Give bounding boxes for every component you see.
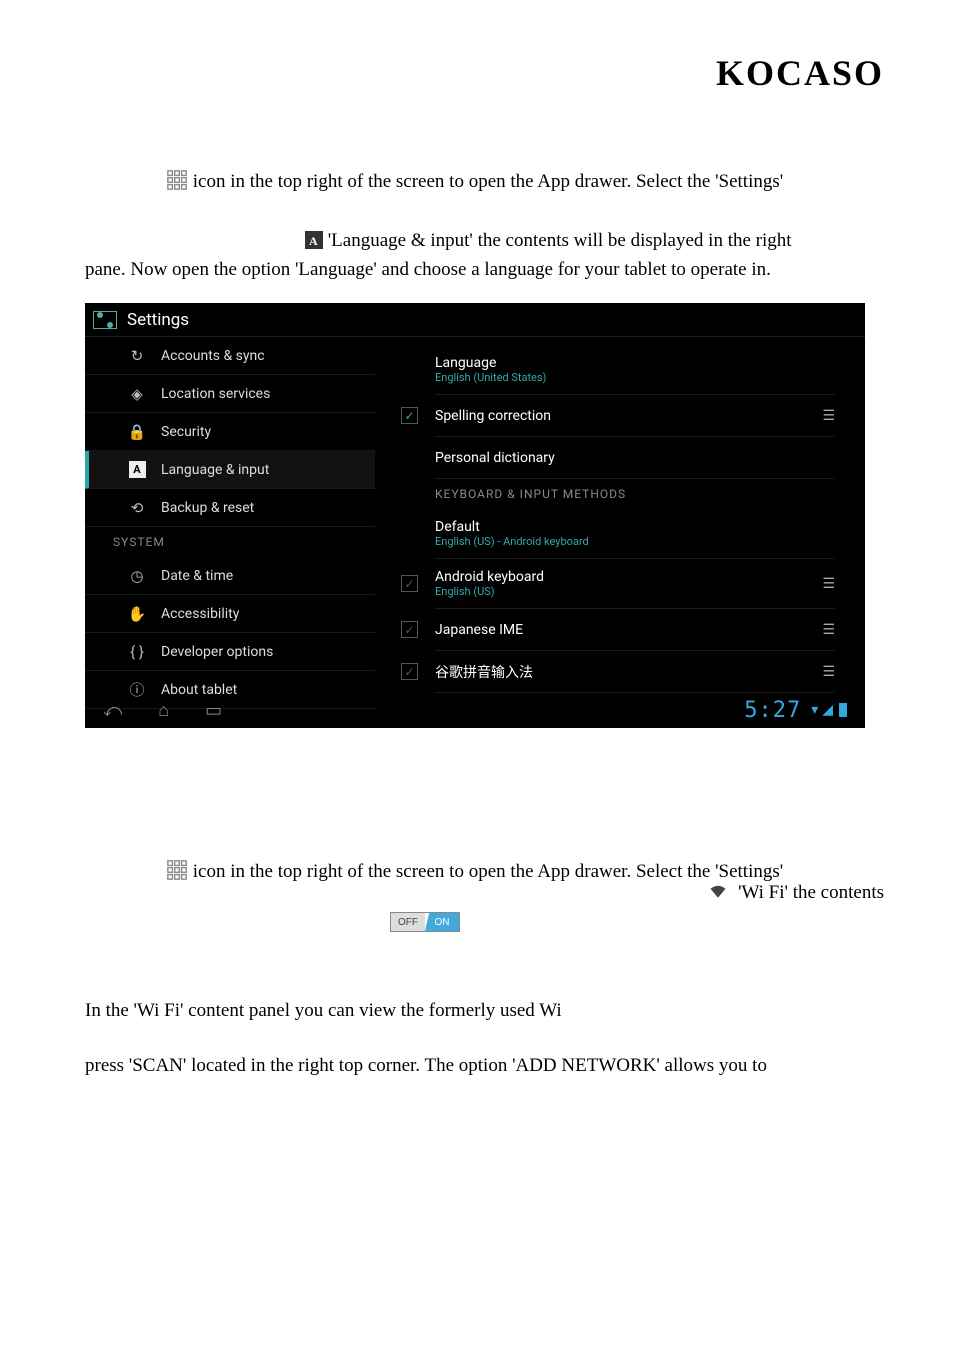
sliders-icon[interactable]: ☰: [822, 622, 835, 638]
paragraph-3b: 'Wi Fi' the contents: [709, 882, 884, 904]
android-kb-sub: English (US): [435, 585, 544, 598]
backup-icon: ⟲: [127, 499, 147, 517]
language-title: Language: [435, 355, 546, 371]
sidebar-item-security[interactable]: 🔒 Security: [85, 413, 375, 451]
recent-icon[interactable]: ▭: [205, 700, 222, 721]
language-sub: English (United States): [435, 371, 546, 384]
checkbox-icon[interactable]: ✓: [401, 621, 418, 638]
row-language[interactable]: Language English (United States): [435, 345, 835, 395]
info-icon: ⓘ: [127, 679, 147, 700]
checkbox-icon[interactable]: ✓: [401, 663, 418, 680]
p1-text: icon in the top right of the screen to o…: [188, 171, 783, 192]
default-title: Default: [435, 519, 589, 535]
sidebar-label: Accounts & sync: [161, 348, 265, 364]
checkbox-icon[interactable]: ✓: [401, 407, 418, 424]
sidebar-header-system: SYSTEM: [85, 527, 375, 557]
sidebar-item-backup[interactable]: ⟲ Backup & reset: [85, 489, 375, 527]
paragraph-2: 'Language & input' the contents will be …: [85, 226, 885, 285]
row-android-kb[interactable]: ✓ Android keyboard English (US) ☰: [435, 559, 835, 609]
sliders-icon[interactable]: ☰: [822, 664, 835, 680]
paragraph-3: icon in the top right of the screen to o…: [166, 855, 896, 886]
android-kb-title: Android keyboard: [435, 569, 544, 585]
settings-content: Language English (United States) ✓ Spell…: [375, 337, 865, 692]
sidebar-label: Location services: [161, 386, 270, 402]
settings-icon: [93, 311, 117, 329]
sidebar-label: Backup & reset: [161, 500, 254, 516]
brand-logo: KOCASO: [716, 52, 884, 94]
content-header-keyboard: KEYBOARD & INPUT METHODS: [435, 479, 835, 509]
wifi-icon: [709, 882, 727, 904]
sidebar-label: Accessibility: [161, 606, 239, 622]
clock-icon: ◷: [127, 567, 147, 585]
paragraph-5: press 'SCAN' located in the right top co…: [85, 1055, 767, 1077]
sidebar-item-datetime[interactable]: ◷ Date & time: [85, 557, 375, 595]
spelling-label: Spelling correction: [435, 408, 551, 424]
screenshot-title: Settings: [127, 310, 189, 330]
screenshot-titlebar: Settings: [85, 303, 865, 337]
status-clock: 5:27: [744, 698, 801, 723]
toggle-off: OFF: [391, 913, 425, 931]
a-icon: A: [127, 461, 147, 478]
p3b-text: 'Wi Fi' the contents: [733, 882, 884, 903]
row-spelling[interactable]: ✓ Spelling correction ☰: [435, 395, 835, 437]
location-icon: ◈: [127, 385, 147, 403]
sidebar-label: Developer options: [161, 644, 273, 660]
toggle-on: ON: [425, 913, 459, 931]
paragraph-1: icon in the top right of the screen to o…: [166, 165, 896, 196]
sliders-icon[interactable]: ☰: [822, 576, 835, 592]
p3-text: icon in the top right of the screen to o…: [188, 861, 783, 882]
sidebar-item-accessibility[interactable]: ✋ Accessibility: [85, 595, 375, 633]
p2b-text: pane. Now open the option 'Language' and…: [85, 259, 771, 280]
jp-label: Japanese IME: [435, 622, 523, 638]
hand-icon: ✋: [127, 605, 147, 623]
dictionary-label: Personal dictionary: [435, 450, 555, 466]
row-dictionary[interactable]: Personal dictionary: [435, 437, 835, 479]
back-icon[interactable]: ⤺: [103, 700, 122, 721]
lock-icon: 🔒: [127, 423, 147, 441]
sidebar-item-location[interactable]: ◈ Location services: [85, 375, 375, 413]
sidebar-item-about[interactable]: ⓘ About tablet: [85, 671, 375, 709]
sidebar-item-developer[interactable]: { } Developer options: [85, 633, 375, 671]
battery-status-icon: [839, 703, 847, 717]
sidebar-item-accounts[interactable]: ↻ Accounts & sync: [85, 337, 375, 375]
settings-screenshot: Settings ↻ Accounts & sync ◈ Location serv…: [85, 303, 865, 728]
app-drawer-icon: [166, 169, 188, 191]
braces-icon: { }: [127, 643, 147, 661]
app-drawer-icon: [166, 859, 188, 881]
sync-icon: ↻: [127, 347, 147, 365]
wifi-toggle[interactable]: OFF ON: [390, 912, 460, 932]
row-default[interactable]: Default English (US) - Android keyboard: [435, 509, 835, 559]
sidebar-label: Language & input: [161, 462, 269, 478]
sidebar-label: About tablet: [161, 682, 237, 698]
sidebar-label: Date & time: [161, 568, 233, 584]
wifi-status-icon: ▾: [811, 702, 818, 718]
sliders-icon[interactable]: ☰: [822, 408, 835, 424]
row-chinese[interactable]: ✓ 谷歌拼音输入法 ☰: [435, 651, 835, 693]
cn-label: 谷歌拼音输入法: [435, 662, 533, 682]
paragraph-4: In the 'Wi Fi' content panel you can vie…: [85, 1000, 562, 1022]
row-japanese[interactable]: ✓ Japanese IME ☰: [435, 609, 835, 651]
checkbox-icon[interactable]: ✓: [401, 575, 418, 592]
language-input-icon: [305, 231, 323, 249]
signal-status-icon: ◢: [822, 702, 833, 718]
home-icon[interactable]: ⌂: [158, 700, 169, 721]
sidebar-label: Security: [161, 424, 211, 440]
default-sub: English (US) - Android keyboard: [435, 535, 589, 548]
sidebar-item-language[interactable]: A Language & input: [85, 451, 375, 489]
settings-sidebar: ↻ Accounts & sync ◈ Location services 🔒 Sec…: [85, 337, 375, 692]
p2a-text: 'Language & input' the contents will be …: [323, 230, 792, 251]
